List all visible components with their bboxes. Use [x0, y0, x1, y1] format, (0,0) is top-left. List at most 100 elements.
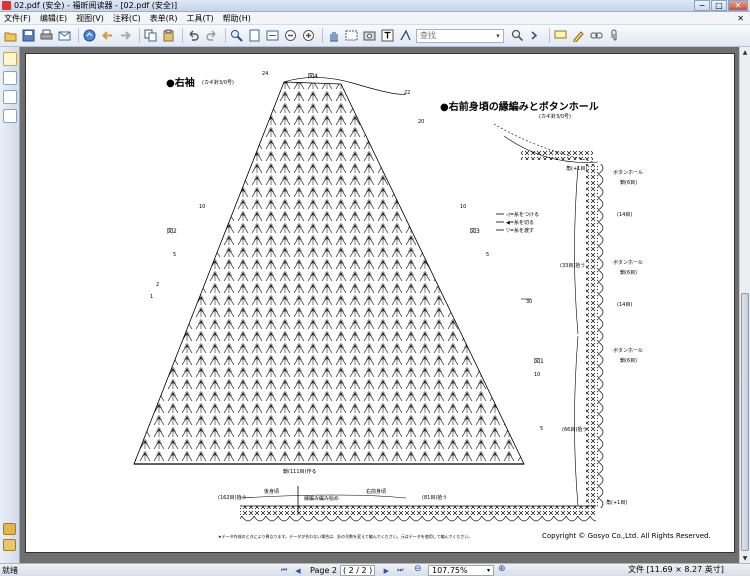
find-next-icon[interactable] — [528, 28, 543, 43]
zoom-out-status-icon[interactable]: ⊖ — [414, 564, 422, 574]
highlight-icon[interactable] — [571, 28, 586, 43]
zoom-value: 107.75% — [432, 566, 468, 575]
toolbar-separator — [549, 28, 550, 43]
last-page-icon[interactable]: ⏭ — [395, 566, 405, 575]
save-icon[interactable] — [21, 28, 36, 43]
toolbar-separator — [322, 28, 323, 43]
menu-edit[interactable]: 编辑(E) — [40, 13, 67, 24]
corner-top-label: 角(+1目) — [566, 166, 588, 172]
gap-label-1: (14目) — [617, 212, 633, 218]
legend-item: ▽=糸を渡す — [506, 228, 535, 234]
attach-icon[interactable] — [607, 28, 622, 43]
bottom-edging-x — [240, 506, 596, 516]
pick-162-label: (162目)拾う — [218, 495, 247, 501]
sleeve-body — [133, 81, 525, 465]
text-tool-icon[interactable] — [380, 28, 395, 43]
open-icon[interactable] — [3, 28, 18, 43]
undo-icon[interactable] — [186, 28, 201, 43]
prev-page-icon[interactable]: ◀ — [293, 567, 303, 575]
email-icon[interactable] — [57, 28, 72, 43]
search-field[interactable]: 查找 ▾ — [416, 28, 504, 43]
bracket-33 — [574, 165, 579, 335]
vertical-scrollbar[interactable]: ▲ ▼ — [739, 47, 750, 563]
redo-icon[interactable] — [204, 28, 219, 43]
menu-form[interactable]: 表单(R) — [150, 13, 178, 24]
row-number: 20 — [418, 119, 425, 125]
sleeve-hook-size: (カギ針3/0号) — [202, 80, 234, 86]
buttonhole-label-3: ボタンホール — [613, 348, 644, 354]
scroll-down-icon[interactable]: ▼ — [740, 553, 750, 563]
lock-icon[interactable] — [3, 523, 16, 535]
copyright: Copyright © Gosyo Co.,Ltd. All Rights Re… — [542, 532, 711, 540]
edging-hook-size: (カギ針3/0号) — [539, 114, 571, 120]
toolbar-separator — [78, 28, 79, 43]
toolbar: 查找 ▾ — [0, 25, 750, 47]
toolbar-separator — [139, 28, 140, 43]
row-number: 10 — [460, 204, 467, 210]
scroll-up-icon[interactable]: ▲ — [740, 47, 750, 57]
next-page-icon[interactable]: ▶ — [381, 567, 391, 575]
comment-icon[interactable] — [553, 28, 568, 43]
link-icon[interactable] — [589, 28, 604, 43]
row-number: 5 — [486, 252, 490, 258]
legend: ◁=糸をつける ◀=糸を切る ▽=糸を渡す — [506, 211, 539, 235]
back-icon[interactable] — [100, 28, 115, 43]
hand-icon[interactable] — [326, 28, 341, 43]
select-icon[interactable] — [344, 28, 359, 43]
document-viewport[interactable]: ●右袖 (カギ針3/0号) ●右前身頃の縁編みとボタンホール (カギ針3/0号)… — [20, 47, 739, 563]
forward-icon[interactable] — [118, 28, 133, 43]
bracket-66 — [574, 335, 579, 507]
menu-comment[interactable]: 注释(C) — [113, 13, 141, 24]
bottom-edging-scallop — [240, 516, 596, 526]
pick-81-label: (81目)拾う — [422, 495, 448, 501]
app-icon — [2, 1, 11, 10]
pen-icon[interactable] — [3, 539, 16, 551]
fit-page-icon[interactable] — [247, 28, 262, 43]
zoom-icon[interactable] — [229, 28, 244, 43]
scroll-thumb[interactable] — [741, 293, 749, 551]
zoom-in-icon[interactable] — [301, 28, 316, 43]
edging-start-label: 縁編み編み始め — [304, 496, 340, 502]
edging-title: ●右前身頃の縁編みとボタンホール — [440, 102, 599, 113]
front-band-x — [586, 164, 598, 508]
menu-view[interactable]: 视图(V) — [76, 13, 104, 24]
zoom-in-status-icon[interactable]: ⊕ — [498, 564, 506, 574]
row-number: 22 — [404, 90, 411, 96]
menu-file[interactable]: 文件(F) — [4, 13, 31, 24]
fit-width-icon[interactable] — [265, 28, 280, 43]
menu-tools[interactable]: 工具(T) — [187, 13, 214, 24]
home-icon[interactable] — [82, 28, 97, 43]
close-button[interactable]: ✕ — [728, 0, 748, 11]
zoom-dropdown-icon[interactable]: ▾ — [484, 567, 493, 574]
corner-bottom-label: 角(+1目) — [606, 500, 628, 506]
minimize-button[interactable]: − — [694, 0, 710, 11]
copy-icon[interactable] — [143, 28, 158, 43]
navigation-panel — [0, 47, 20, 563]
page-navigation: ⏮ ◀ Page 2 ( 2 / 2 ) ▶ ⏭ — [277, 564, 407, 576]
window-controls: − □ ✕ — [693, 0, 748, 12]
layers-icon[interactable] — [2, 90, 17, 104]
search-dropdown-icon[interactable]: ▾ — [493, 32, 503, 40]
maximize-button[interactable]: □ — [711, 0, 727, 11]
print-icon[interactable] — [39, 28, 54, 43]
buttonhole-stitches-2: 鎖(6目) — [620, 270, 638, 276]
row-number: 10 — [199, 204, 206, 210]
bookmarks-icon[interactable] — [2, 52, 17, 66]
search-icon[interactable] — [510, 28, 525, 43]
menu-help[interactable]: 帮助(H) — [223, 13, 251, 24]
zoom-select[interactable]: 107.75% ▾ — [428, 565, 494, 576]
paste-icon[interactable] — [161, 28, 176, 43]
page-label: Page 2 — [310, 566, 337, 575]
document-close-icon[interactable]: ✕ — [737, 14, 744, 23]
legend-item: ◀=糸を切る — [506, 220, 535, 226]
zoom-out-icon[interactable] — [283, 28, 298, 43]
typewriter-icon[interactable] — [398, 28, 413, 43]
attachments-icon[interactable] — [2, 109, 17, 123]
first-page-icon[interactable]: ⏮ — [279, 566, 289, 575]
buttonhole-label-2: ボタンホール — [613, 260, 644, 266]
file-size-info: 文件 [11.69 × 8.27 英寸] — [628, 565, 724, 574]
pages-icon[interactable] — [2, 71, 17, 85]
page-number-field[interactable]: ( 2 / 2 ) — [340, 565, 376, 576]
snapshot-icon[interactable] — [362, 28, 377, 43]
front-band-scallop — [598, 164, 608, 508]
